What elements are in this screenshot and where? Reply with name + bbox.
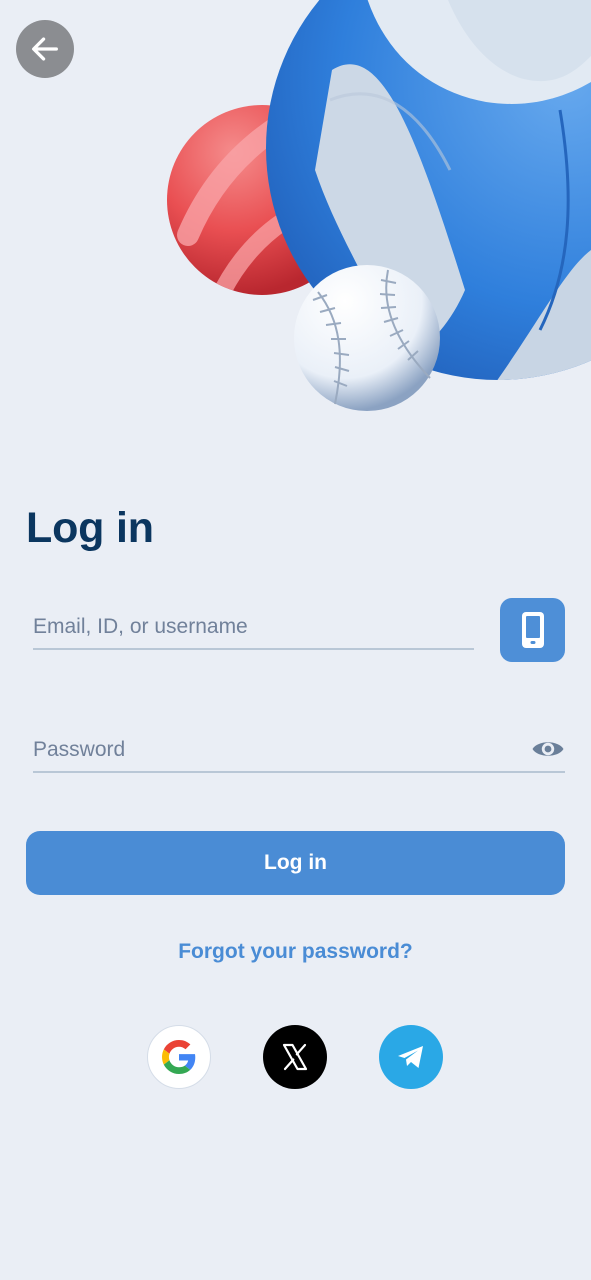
email-field-container xyxy=(33,608,474,650)
page-title: Log in xyxy=(26,504,154,552)
back-button[interactable] xyxy=(16,20,74,78)
telegram-icon xyxy=(398,1046,423,1068)
telegram-login-button[interactable] xyxy=(379,1025,443,1089)
x-icon xyxy=(282,1043,308,1071)
phone-login-button[interactable] xyxy=(500,598,565,662)
password-input[interactable] xyxy=(33,731,565,769)
social-login-row xyxy=(147,1025,447,1089)
google-login-button[interactable] xyxy=(147,1025,211,1089)
phone-icon xyxy=(521,612,544,648)
x-login-button[interactable] xyxy=(263,1025,327,1089)
password-field-container xyxy=(33,731,565,773)
login-button[interactable]: Log in xyxy=(26,831,565,895)
forgot-password-link[interactable]: Forgot your password? xyxy=(0,940,591,964)
email-input[interactable] xyxy=(33,608,474,646)
sports-balls-illustration xyxy=(167,0,591,411)
arrow-left-icon xyxy=(32,37,58,61)
eye-icon[interactable] xyxy=(531,737,565,761)
google-icon xyxy=(162,1040,196,1074)
login-screen: Log in Log in Forgot your password? xyxy=(0,0,591,1280)
